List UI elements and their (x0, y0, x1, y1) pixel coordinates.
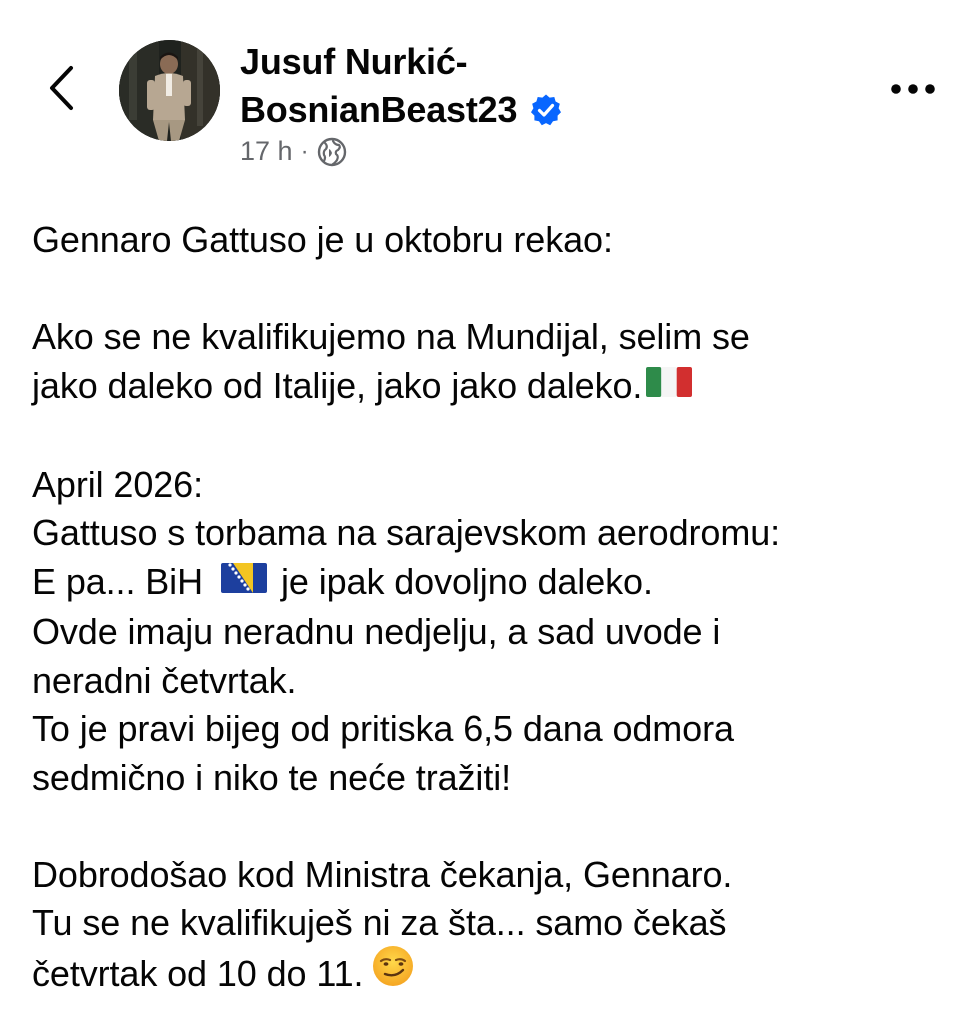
post-line-text: je ipak dovoljno daleko. (280, 560, 653, 602)
post-line: Dobrodošao kod Ministra čekanja, Gennaro… (32, 853, 733, 895)
flag-italy-icon (646, 361, 693, 410)
post-line: sedmično i niko te neće tražiti! (32, 756, 512, 798)
post-meta: 17 h · (240, 136, 347, 167)
avatar[interactable] (119, 40, 220, 141)
globe-icon (317, 137, 347, 167)
post-line-text: jako daleko od Italije, jako jako daleko… (32, 364, 643, 406)
verified-badge-icon (529, 93, 563, 127)
smirking-face-icon (371, 944, 415, 1001)
author-name-line2: BosnianBeast23 (240, 89, 518, 130)
more-options-button[interactable] (880, 72, 946, 106)
avatar-photo (119, 40, 220, 141)
post-line-with-flag: jako daleko od Italije, jako jako daleko… (32, 362, 952, 413)
author-name[interactable]: Jusuf Nurkić- BosnianBeast23 (240, 38, 860, 134)
post-line: Gennaro Gattuso je u oktobru rekao: (32, 219, 613, 260)
chevron-left-icon (50, 66, 73, 110)
post-blank-line (32, 265, 952, 314)
back-button[interactable] (36, 58, 86, 118)
post-line-with-emoji: četvrtak od 10 do 11. (32, 945, 952, 1005)
post-body: Gennaro Gattuso je u oktobru rekao: Ako … (32, 216, 952, 1004)
post-line: neradni četvrtak. (32, 659, 297, 701)
post-line: Gattuso s torbama na sarajevskom aerodro… (32, 512, 781, 554)
post-line: Ako se ne kvalifikujemo na Mundijal, sel… (32, 316, 750, 357)
post-line: Ovde imaju neradnu nedjelju, a sad uvode… (32, 611, 721, 653)
post-blank-line (32, 802, 952, 851)
post-header: Jusuf Nurkić- BosnianBeast23 17 h · (0, 0, 968, 190)
post-line: April 2026: (32, 463, 204, 505)
meta-separator: · (300, 137, 309, 165)
more-dots-icon (891, 84, 935, 94)
flag-bosnia-icon (220, 557, 267, 606)
author-name-line1: Jusuf Nurkić- (240, 41, 468, 82)
post-line-text: E pa... BiH (32, 560, 203, 602)
post-line: Tu se ne kvalifikuješ ni za šta... samo … (32, 902, 727, 944)
post-line-with-flag: E pa... BiH je ipak dovoljno daleko. (32, 558, 952, 609)
post-line: To je pravi bijeg od pritiska 6,5 dana o… (32, 708, 734, 750)
post-line-text: četvrtak od 10 do 11. (32, 952, 364, 994)
timestamp[interactable]: 17 h (240, 136, 293, 167)
post-blank-line (32, 412, 952, 461)
